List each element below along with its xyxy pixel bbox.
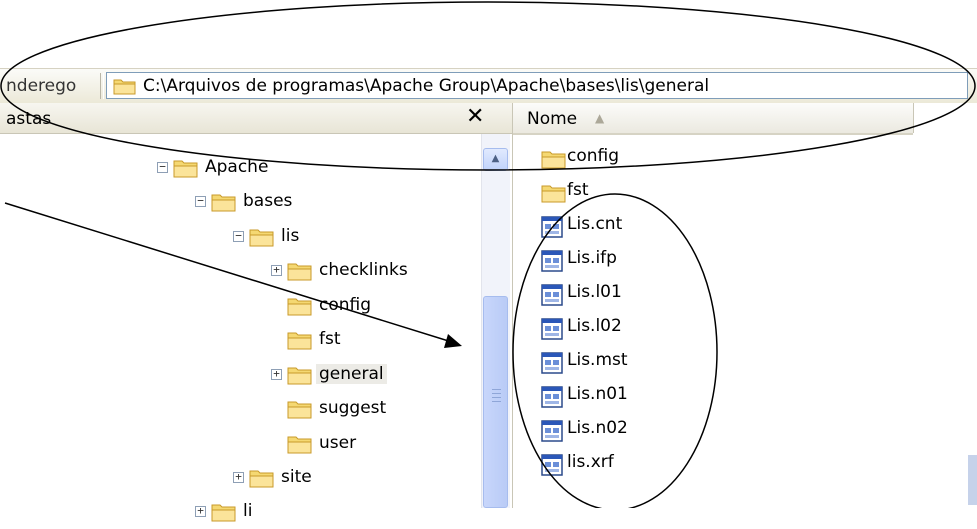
annotation-ellipse-address xyxy=(0,1,976,171)
annotation-ellipse-files xyxy=(512,193,718,508)
annotation-overlay xyxy=(0,1,976,508)
annotation-arrow-line xyxy=(4,202,456,344)
annotation-arrowhead xyxy=(444,334,462,348)
